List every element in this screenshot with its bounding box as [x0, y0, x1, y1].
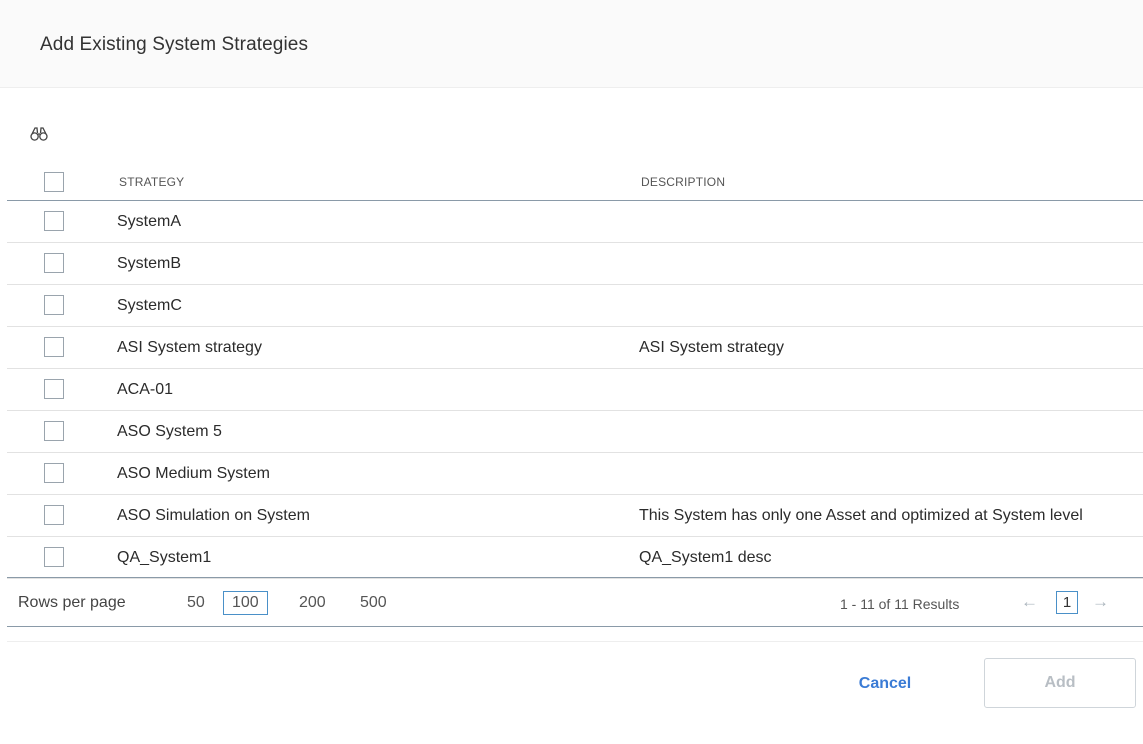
rows-per-page-option-500[interactable]: 500 — [360, 594, 387, 612]
table-row[interactable]: ASO Simulation on System This System has … — [7, 495, 1143, 537]
strategy-cell: ASO System 5 — [117, 423, 222, 440]
row-checkbox[interactable] — [44, 211, 64, 231]
description-cell: ASI System strategy — [639, 339, 784, 356]
description-cell: QA_System1 desc — [639, 549, 772, 566]
table-row[interactable]: ASO System 5 — [7, 411, 1143, 453]
row-checkbox[interactable] — [44, 379, 64, 399]
row-checkbox[interactable] — [44, 463, 64, 483]
table-row[interactable]: SystemC — [7, 285, 1143, 327]
dialog-title: Add Existing System Strategies — [40, 34, 309, 55]
dialog-header: Add Existing System Strategies — [0, 0, 1143, 88]
table-row[interactable]: ACA-01 — [7, 369, 1143, 411]
strategy-cell: SystemC — [117, 297, 182, 314]
strategy-cell: ASO Medium System — [117, 465, 270, 482]
table-row[interactable]: SystemA — [7, 201, 1143, 243]
row-checkbox[interactable] — [44, 547, 64, 567]
table-row[interactable]: ASI System strategy ASI System strategy — [7, 327, 1143, 369]
cancel-button[interactable]: Cancel — [840, 672, 930, 696]
rows-per-page-option-50[interactable]: 50 — [187, 594, 205, 612]
strategy-cell: SystemB — [117, 255, 182, 272]
strategy-cell: ACA-01 — [117, 381, 174, 398]
strategy-cell: ASO Simulation on System — [117, 507, 310, 524]
strategies-table: STRATEGY DESCRIPTION SystemA SystemB Syste… — [0, 162, 1143, 579]
table-body: SystemA SystemB SystemC ASI System strategy… — [0, 201, 1143, 579]
results-count: 1 - 11 of 11 Results — [840, 596, 960, 612]
table-row[interactable]: SystemB — [7, 243, 1143, 285]
row-checkbox[interactable] — [44, 253, 64, 273]
strategy-cell: SystemA — [117, 213, 182, 230]
column-header-description[interactable]: DESCRIPTION — [641, 175, 725, 189]
rows-per-page-option-100[interactable]: 100 — [223, 591, 268, 615]
table-header: STRATEGY DESCRIPTION — [7, 162, 1143, 201]
rows-per-page-option-200[interactable]: 200 — [299, 594, 326, 612]
row-checkbox[interactable] — [44, 337, 64, 357]
next-page-arrow-icon[interactable]: → — [1092, 592, 1109, 612]
row-checkbox[interactable] — [44, 421, 64, 441]
previous-page-arrow-icon[interactable]: ← — [1021, 592, 1038, 612]
column-header-strategy[interactable]: STRATEGY — [119, 175, 184, 189]
current-page[interactable]: 1 — [1056, 591, 1078, 614]
footer-divider — [7, 641, 1143, 642]
select-all-checkbox[interactable] — [44, 172, 64, 192]
description-cell: This System has only one Asset and optim… — [639, 507, 1083, 524]
table-row[interactable]: ASO Medium System — [7, 453, 1143, 495]
rows-per-page-label: Rows per page — [18, 594, 126, 611]
table-row[interactable]: QA_System1 QA_System1 desc — [7, 537, 1143, 579]
binoculars-search-icon[interactable] — [30, 125, 48, 143]
pagination-bar: Rows per page 50 100 200 500 1 - 11 of 1… — [7, 577, 1143, 627]
add-button[interactable]: Add — [984, 658, 1136, 708]
row-checkbox[interactable] — [44, 295, 64, 315]
strategy-cell: ASI System strategy — [117, 339, 262, 356]
row-checkbox[interactable] — [44, 505, 64, 525]
strategy-cell: QA_System1 — [117, 549, 212, 566]
